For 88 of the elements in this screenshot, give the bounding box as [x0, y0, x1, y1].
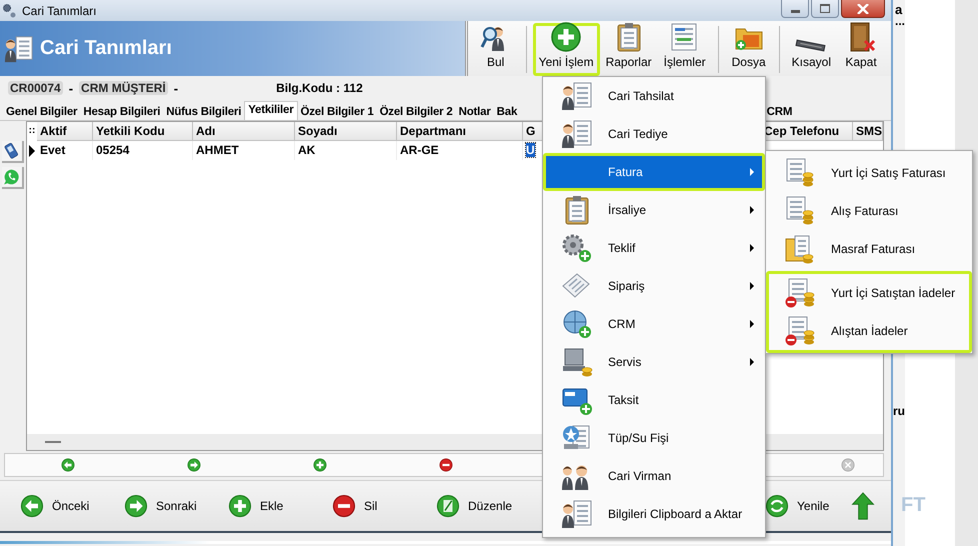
- toolbar-button[interactable]: Kapat: [837, 23, 885, 76]
- close-icon: [857, 4, 869, 14]
- background-text: ...: [895, 14, 906, 28]
- person-document-icon: [4, 34, 34, 64]
- menu-item[interactable]: CRM: [543, 305, 765, 343]
- separator-text: -: [174, 80, 178, 96]
- tab[interactable]: Notlar: [456, 104, 494, 120]
- computer-icon: [561, 346, 593, 378]
- record-name: CRM MÜŞTERİ: [79, 81, 168, 95]
- background-text: a: [895, 2, 902, 17]
- invoice-coins-icon: [784, 157, 816, 189]
- menu-item[interactable]: Taksit: [543, 381, 765, 419]
- up-arrow-icon[interactable]: [849, 492, 877, 520]
- window-title: Cari Tanımları: [22, 4, 96, 18]
- column-header[interactable]: SMS: [853, 122, 883, 141]
- toolbar-button[interactable]: Dosya: [724, 23, 773, 76]
- plus-icon[interactable]: [313, 458, 327, 472]
- keyboard-icon: [795, 38, 828, 53]
- phone-icon: [3, 142, 21, 160]
- separator-text: -: [68, 80, 74, 96]
- tab[interactable]: Yetkililer: [244, 101, 298, 120]
- logo-text: FT: [901, 494, 926, 517]
- invoice-minus-icon: [784, 315, 816, 347]
- column-header[interactable]: Departmanı: [397, 122, 523, 141]
- table-cell: U: [526, 143, 535, 157]
- menu-item[interactable]: Cari Virman: [543, 457, 765, 495]
- header-title: Cari Tanımları: [40, 37, 172, 60]
- tab[interactable]: Hesap Bilgileri: [80, 104, 164, 120]
- record-code: CR00074: [8, 81, 63, 95]
- menu-item[interactable]: Sipariş: [543, 267, 765, 305]
- table-cell: AHMET: [196, 143, 239, 157]
- globe-icon: [561, 308, 593, 340]
- plus-icon: [550, 21, 582, 53]
- gear-icon: [561, 232, 593, 264]
- table-cell: 05254: [96, 143, 130, 157]
- table-cell: AR-GE: [400, 143, 439, 157]
- tab[interactable]: CRM: [764, 104, 796, 120]
- tab[interactable]: Özel Bilgiler 2: [376, 104, 456, 120]
- tab[interactable]: Özel Bilgiler 1: [298, 104, 377, 120]
- close-icon[interactable]: [841, 458, 855, 472]
- gear-icon: [2, 2, 18, 18]
- plus-icon: [228, 494, 252, 518]
- toolbar-button[interactable]: Kısayol: [786, 23, 837, 76]
- menu-item[interactable]: Bilgileri Clipboard a Aktar: [543, 495, 765, 533]
- table-cell: Evet: [40, 143, 66, 157]
- phone-button[interactable]: [2, 141, 24, 163]
- minus-icon: [332, 494, 356, 518]
- person-document-icon: [561, 498, 593, 530]
- action-button[interactable]: Yenile: [765, 494, 841, 518]
- column-header[interactable]: Yetkili Kodu: [93, 122, 193, 141]
- tab[interactable]: Nüfus Bilgileri: [163, 104, 244, 120]
- column-header[interactable]: Adı: [193, 122, 295, 141]
- chat-bubble-icon: [3, 168, 21, 186]
- menu-item[interactable]: Masraf Faturası: [769, 230, 969, 268]
- menu-item[interactable]: Tüp/Su Fişi: [543, 419, 765, 457]
- column-header[interactable]: Soyadı: [295, 122, 397, 141]
- tab[interactable]: Genel Bilgiler: [3, 104, 80, 120]
- menu-item[interactable]: Fatura: [543, 153, 765, 191]
- action-button[interactable]: Önceki: [20, 494, 124, 518]
- minimize-button[interactable]: [781, 0, 809, 18]
- menu-item[interactable]: Yurt İçi Satış Faturası: [769, 154, 969, 192]
- background-text: ru: [893, 404, 905, 418]
- action-button[interactable]: Düzenle: [436, 494, 540, 518]
- minus-icon[interactable]: [439, 458, 453, 472]
- maximize-button[interactable]: [811, 0, 839, 18]
- action-button[interactable]: Ekle: [228, 494, 332, 518]
- menu-item[interactable]: Servis: [543, 343, 765, 381]
- folder-invoice-icon: [784, 233, 816, 265]
- grid-corner: ::: [28, 124, 36, 138]
- info-code: Bilg.Kodu : 112: [276, 81, 363, 95]
- action-button[interactable]: Sil: [332, 494, 436, 518]
- toolbar-button[interactable]: Bul: [472, 23, 520, 76]
- invoice-coins-icon: [784, 195, 816, 227]
- edit-icon: [436, 494, 460, 518]
- table-cell: AK: [298, 143, 316, 157]
- column-header[interactable]: Aktif: [37, 122, 93, 141]
- toolbar-button[interactable]: Raporlar: [600, 23, 658, 76]
- menu-item[interactable]: Teklif: [543, 229, 765, 267]
- close-button[interactable]: [841, 0, 885, 18]
- menu-item[interactable]: Alış Faturası: [769, 192, 969, 230]
- toolbar-button[interactable]: İşlemler: [658, 23, 712, 76]
- invoice-minus-icon: [784, 277, 816, 309]
- person-document-icon: [561, 80, 593, 112]
- menu-item[interactable]: İrsaliye: [543, 191, 765, 229]
- menu-item[interactable]: Alıştan İadeler: [769, 312, 969, 350]
- menu-item[interactable]: Yurt İçi Satıştan İadeler: [769, 274, 969, 312]
- action-button[interactable]: Sonraki: [124, 494, 228, 518]
- person-document-icon: [561, 118, 593, 150]
